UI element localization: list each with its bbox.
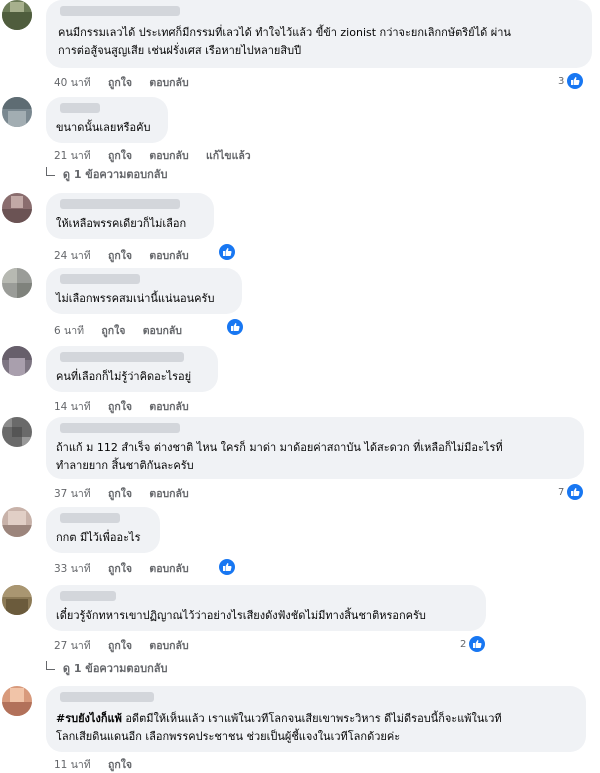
comment-text-line: กกต มีไว้เพื่ออะไร <box>56 531 141 544</box>
comment-meta: 21 นาที ถูกใจ ตอบกลับ แก้ไขแล้ว <box>54 147 265 164</box>
like-button[interactable]: ถูกใจ <box>108 77 132 89</box>
comment-bubble: ถ้าแก้ ม 112 สำเร็จ ต่างชาติ ไหน ใครก็ ม… <box>46 417 584 479</box>
timestamp[interactable]: 21 นาที <box>54 150 91 162</box>
timestamp[interactable]: 24 นาที <box>54 250 91 262</box>
comment-bubble: #รบยังไงก็แพ้ อดีตมีให้เห็นแล้ว เราแพ้ใน… <box>46 686 586 752</box>
reply-button[interactable]: ตอบกลับ <box>149 640 188 652</box>
reaction-count[interactable]: 2 <box>460 635 487 653</box>
comment-bubble: คนมีกรรมเลวได้ ประเทศก็มีกรรมที่เลวได้ ท… <box>46 0 592 68</box>
comment-text-line: เดี๋ยวรู้จักทหารเขาปฏิญาณไว้ว่าอย่างไรเส… <box>56 609 426 622</box>
timestamp[interactable]: 6 นาที <box>54 325 84 337</box>
like-button[interactable]: ถูกใจ <box>108 150 132 162</box>
comment-text-line: โลกเสียดินแดนอีก เลือกพรรคประชาชน ช่วยเป… <box>56 730 401 743</box>
avatar[interactable] <box>2 417 32 447</box>
like-button[interactable]: ถูกใจ <box>108 759 132 771</box>
author-name-blurred[interactable] <box>60 513 120 523</box>
comment-meta: 27 นาที ถูกใจ ตอบกลับ <box>54 637 203 654</box>
comment-text-line: ถ้าแก้ ม 112 สำเร็จ ต่างชาติ ไหน ใครก็ ม… <box>56 441 503 454</box>
comment-bubble: ขนาดนั้นเลยหรือคับ <box>46 97 168 143</box>
comment-text-line: ทำลายยาก สิ้นชาติกันละครับ <box>56 459 194 472</box>
reaction-count[interactable]: 7 <box>558 483 585 501</box>
reply-arrow-icon <box>46 167 55 176</box>
replies-text: ดู 1 ข้อความตอบกลับ <box>62 168 168 181</box>
like-button[interactable]: ถูกใจ <box>108 250 132 262</box>
like-button[interactable]: ถูกใจ <box>108 640 132 652</box>
comment-text-line: การต่อสู้จนสูญเสีย เช่นฝรั่งเศส เรือหายไ… <box>58 44 302 57</box>
hashtag-link[interactable]: #รบยังไงก็แพ้ <box>56 712 122 725</box>
view-replies-link[interactable]: ดู 1 ข้อความตอบกลับ <box>46 165 168 183</box>
reaction-number: 3 <box>558 75 565 87</box>
thumbs-up-icon <box>566 72 585 90</box>
author-name-blurred[interactable] <box>60 352 184 362</box>
author-name-blurred[interactable] <box>60 591 116 601</box>
comment-meta: 33 นาที ถูกใจ ตอบกลับ <box>54 560 203 577</box>
reply-button[interactable]: ตอบกลับ <box>149 488 188 500</box>
comment-meta: 6 นาที ถูกใจ ตอบกลับ <box>54 322 196 339</box>
avatar[interactable] <box>2 97 32 127</box>
comment-text-line: คนมีกรรมเลวได้ ประเทศก็มีกรรมที่เลวได้ ท… <box>58 26 511 39</box>
edited-label: แก้ไขแล้ว <box>205 150 251 162</box>
comment-meta: 11 นาที ถูกใจ <box>54 756 146 773</box>
thumbs-up-icon <box>226 318 244 336</box>
avatar[interactable] <box>2 0 32 30</box>
thumbs-up-icon <box>566 483 585 501</box>
reply-button[interactable]: ตอบกลับ <box>143 325 182 337</box>
avatar[interactable] <box>2 346 32 376</box>
comment-text-line: ให้เหลือพรรคเดียวก็ไม่เลือก <box>56 217 187 230</box>
comment-text-line: คนที่เลือกก็ไม่รู้ว่าคิดอะไรอยู่ <box>56 370 192 383</box>
timestamp[interactable]: 40 นาที <box>54 77 91 89</box>
comment-text-line: ไม่เลือกพรรคสมเน่านี้แน่นอนครับ <box>56 292 215 305</box>
reply-button[interactable]: ตอบกลับ <box>149 401 188 413</box>
comment-bubble: คนที่เลือกก็ไม่รู้ว่าคิดอะไรอยู่ <box>46 346 218 392</box>
comment-bubble: กกต มีไว้เพื่ออะไร <box>46 507 160 553</box>
reply-button[interactable]: ตอบกลับ <box>149 563 188 575</box>
comment-bubble: ไม่เลือกพรรคสมเน่านี้แน่นอนครับ <box>46 268 242 314</box>
reaction-number: 2 <box>460 638 467 650</box>
like-button[interactable]: ถูกใจ <box>108 401 132 413</box>
comment-text-line: #รบยังไงก็แพ้ อดีตมีให้เห็นแล้ว เราแพ้ใน… <box>56 710 502 728</box>
comment-text-part: อดีตมีให้เห็นแล้ว เราแพ้ในเวทีโลกจนเสียเ… <box>121 712 502 725</box>
author-name-blurred[interactable] <box>60 199 180 209</box>
reply-button[interactable]: ตอบกลับ <box>149 150 188 162</box>
thumbs-up-icon <box>218 558 236 576</box>
view-replies-link[interactable]: ดู 1 ข้อความตอบกลับ <box>46 659 168 677</box>
reply-button[interactable]: ตอบกลับ <box>149 77 188 89</box>
reaction-count[interactable]: 3 <box>558 72 585 90</box>
avatar[interactable] <box>2 585 32 615</box>
reaction-number: 7 <box>558 486 565 498</box>
author-name-blurred[interactable] <box>60 423 180 433</box>
like-button[interactable]: ถูกใจ <box>108 488 132 500</box>
author-name-blurred[interactable] <box>60 6 180 16</box>
timestamp[interactable]: 27 นาที <box>54 640 91 652</box>
comment-bubble: ให้เหลือพรรคเดียวก็ไม่เลือก <box>46 193 214 239</box>
avatar[interactable] <box>2 193 32 223</box>
comment-bubble: เดี๋ยวรู้จักทหารเขาปฏิญาณไว้ว่าอย่างไรเส… <box>46 585 486 631</box>
avatar[interactable] <box>2 507 32 537</box>
reply-arrow-icon <box>46 661 55 670</box>
author-name-blurred[interactable] <box>60 103 100 113</box>
timestamp[interactable]: 37 นาที <box>54 488 91 500</box>
like-button[interactable]: ถูกใจ <box>108 563 132 575</box>
avatar[interactable] <box>2 268 32 298</box>
reaction-count[interactable] <box>218 243 236 261</box>
author-name-blurred[interactable] <box>60 692 154 702</box>
like-button[interactable]: ถูกใจ <box>101 325 125 337</box>
author-name-blurred[interactable] <box>60 274 140 284</box>
comment-text-line: ขนาดนั้นเลยหรือคับ <box>56 121 151 134</box>
timestamp[interactable]: 33 นาที <box>54 563 91 575</box>
avatar[interactable] <box>2 686 32 716</box>
reaction-count[interactable] <box>226 318 244 336</box>
replies-text: ดู 1 ข้อความตอบกลับ <box>62 662 168 675</box>
comment-meta: 14 นาที ถูกใจ ตอบกลับ <box>54 398 203 415</box>
thumbs-up-icon <box>218 243 236 261</box>
comment-meta: 37 นาที ถูกใจ ตอบกลับ <box>54 485 203 502</box>
comment-meta: 40 นาที ถูกใจ ตอบกลับ <box>54 74 203 91</box>
reaction-count[interactable] <box>218 558 236 576</box>
timestamp[interactable]: 11 นาที <box>54 759 91 771</box>
thumbs-up-icon <box>468 635 487 653</box>
timestamp[interactable]: 14 นาที <box>54 401 91 413</box>
reply-button[interactable]: ตอบกลับ <box>149 250 188 262</box>
comment-meta: 24 นาที ถูกใจ ตอบกลับ <box>54 247 203 264</box>
